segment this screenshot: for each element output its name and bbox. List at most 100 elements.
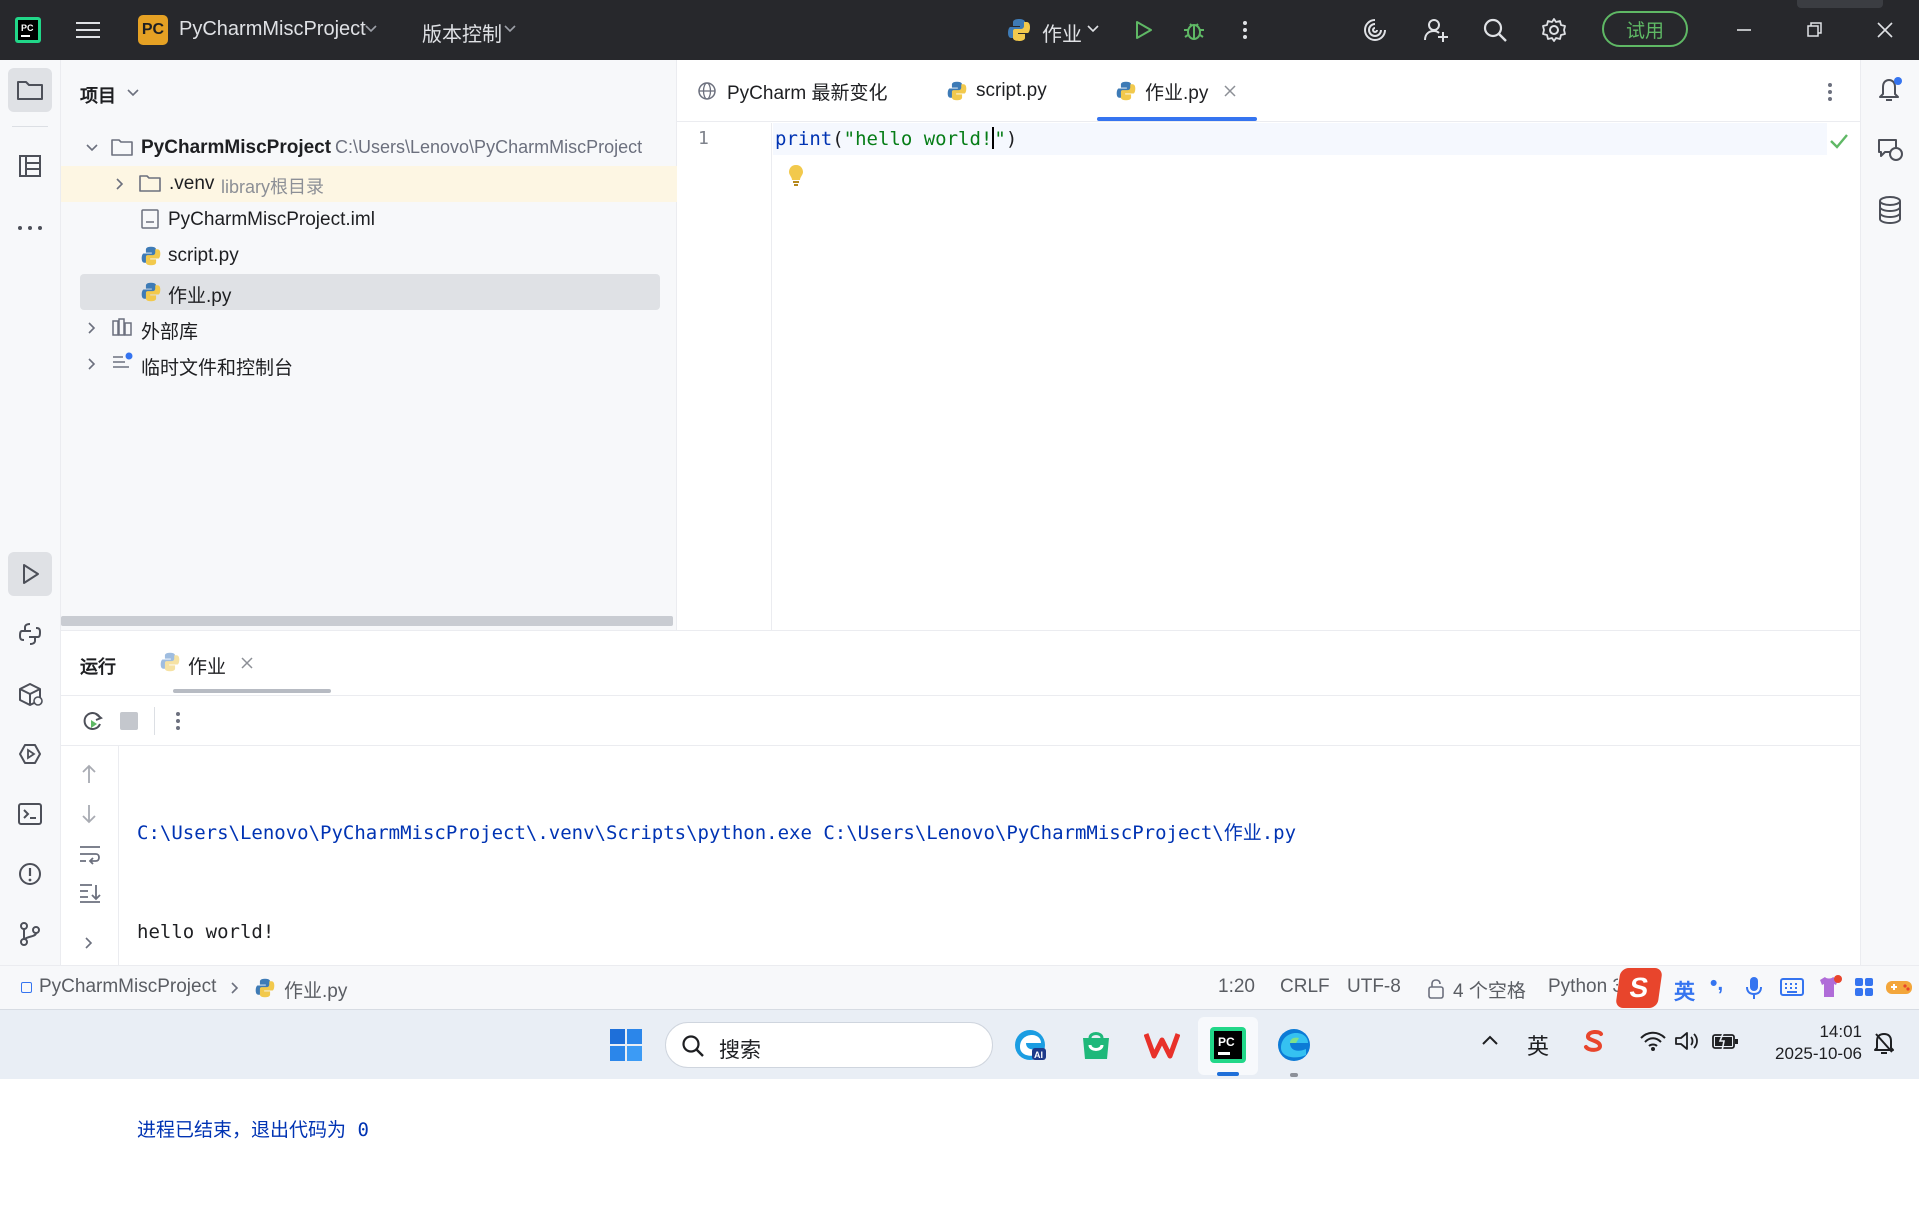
ai-chat-icon[interactable] — [1876, 136, 1906, 164]
project-tool-icon[interactable] — [8, 68, 52, 112]
scroll-to-end-icon[interactable] — [78, 881, 102, 903]
code-line-1[interactable]: print("hello world! ") — [775, 127, 1017, 150]
git-icon[interactable] — [8, 912, 52, 956]
chevron-down-icon[interactable] — [1086, 22, 1100, 36]
tree-item-venv[interactable]: .venv library根目录 — [61, 166, 677, 202]
minimize-icon[interactable] — [1728, 14, 1760, 46]
breadcrumb-file[interactable]: 作业.py — [284, 976, 347, 1003]
edge-icon[interactable] — [1272, 1023, 1316, 1067]
store-icon[interactable] — [1074, 1023, 1118, 1067]
chevron-right-icon[interactable] — [112, 176, 128, 192]
gear-icon[interactable] — [1538, 14, 1570, 46]
close-tab-icon[interactable] — [241, 657, 253, 669]
arrow-down-icon[interactable] — [79, 803, 99, 825]
database-icon[interactable] — [1877, 195, 1903, 225]
windows-start-icon[interactable] — [604, 1023, 648, 1067]
tree-item-iml[interactable]: PyCharmMiscProject.iml — [61, 202, 677, 238]
services-icon[interactable] — [8, 732, 52, 776]
run-icon[interactable] — [1127, 14, 1159, 46]
chevron-down-icon[interactable] — [503, 22, 517, 36]
trial-button[interactable]: 试用 — [1602, 11, 1688, 47]
skin-icon[interactable] — [1816, 975, 1842, 999]
tree-item-scratches[interactable]: 临时文件和控制台 — [61, 346, 677, 382]
more-tabs-icon[interactable] — [1827, 82, 1833, 102]
main-menu-icon[interactable] — [72, 14, 104, 46]
chevron-down-icon[interactable] — [84, 140, 100, 156]
close-icon[interactable] — [1869, 14, 1901, 46]
terminal-icon[interactable] — [8, 792, 52, 836]
keyboard-icon[interactable] — [1780, 978, 1804, 996]
ime-language[interactable]: 英 — [1674, 976, 1695, 1006]
wifi-icon[interactable] — [1640, 1030, 1666, 1052]
python-console-icon[interactable] — [8, 612, 52, 656]
tab-homework[interactable]: 作业.py — [1115, 60, 1275, 122]
debug-icon[interactable] — [1178, 14, 1210, 46]
file-encoding[interactable]: UTF-8 — [1347, 976, 1401, 998]
microphone-icon[interactable] — [1746, 976, 1762, 1000]
edge-ai-icon[interactable]: AI — [1008, 1023, 1052, 1067]
more-actions-icon[interactable] — [175, 711, 181, 731]
add-user-icon[interactable] — [1420, 14, 1452, 46]
more-actions-icon[interactable] — [1229, 14, 1261, 46]
separator — [154, 707, 155, 735]
project-badge[interactable]: PC — [138, 15, 168, 45]
search-icon[interactable] — [1479, 14, 1511, 46]
project-panel-title[interactable]: 项目 — [80, 82, 116, 108]
chevron-right-icon[interactable] — [84, 356, 100, 372]
breadcrumb-project[interactable]: PyCharmMiscProject — [39, 976, 216, 998]
vcs-menu[interactable]: 版本控制 — [422, 18, 502, 47]
pycharm-logo-icon[interactable]: PC — [12, 14, 44, 46]
chevron-up-icon[interactable] — [1481, 1032, 1499, 1050]
gamepad-icon[interactable] — [1884, 976, 1914, 998]
taskbar-search-box[interactable]: 搜索 — [665, 1022, 993, 1068]
more-tools-icon[interactable] — [8, 206, 52, 250]
run-tool-icon[interactable] — [8, 552, 52, 596]
search-icon — [681, 1034, 705, 1058]
restore-icon[interactable] — [1798, 14, 1830, 46]
taskbar-clock[interactable]: 14:01 2025-10-06 — [1752, 1021, 1862, 1065]
tree-item-homework[interactable]: 作业.py — [80, 274, 660, 310]
python-packages-icon[interactable] — [8, 672, 52, 716]
battery-icon[interactable] — [1711, 1031, 1739, 1051]
tree-item-external-libs[interactable]: 外部库 — [61, 310, 677, 346]
soft-wrap-icon[interactable] — [78, 843, 102, 865]
toolbox-icon[interactable] — [1854, 977, 1874, 997]
run-tab-homework[interactable] — [159, 631, 331, 679]
pycharm-taskbar-icon[interactable]: PC — [1206, 1023, 1250, 1067]
problems-icon[interactable] — [8, 852, 52, 896]
sogou-tray-icon[interactable] — [1581, 1028, 1607, 1054]
sogou-logo-icon[interactable]: S — [1615, 968, 1663, 1008]
active-tab-indicator — [1097, 117, 1257, 121]
volume-icon[interactable] — [1674, 1030, 1700, 1052]
stop-icon[interactable] — [120, 712, 138, 730]
wps-icon[interactable] — [1140, 1023, 1184, 1067]
notifications-icon[interactable] — [1875, 74, 1905, 104]
run-config-selector[interactable]: 作业 — [1042, 18, 1082, 47]
run-panel-title[interactable]: 运行 — [80, 653, 116, 679]
tab-whats-new[interactable]: PyCharm 最新变化 — [697, 60, 887, 122]
chevron-down-icon[interactable] — [126, 86, 140, 100]
no-problems-check-icon[interactable] — [1829, 132, 1849, 150]
line-separator[interactable]: CRLF — [1280, 976, 1330, 998]
ime-punctuation[interactable]: •, — [1710, 972, 1723, 996]
chevron-right-icon[interactable] — [81, 935, 97, 951]
caret-position[interactable]: 1:20 — [1218, 976, 1255, 998]
close-tab-icon[interactable] — [1224, 85, 1236, 97]
tree-item-script[interactable]: script.py — [61, 238, 677, 274]
rerun-icon[interactable] — [81, 709, 105, 733]
project-switcher[interactable]: PyCharmMiscProject — [179, 18, 366, 41]
notification-center-icon[interactable] — [1872, 1030, 1896, 1056]
run-tab-label[interactable]: 作业 — [188, 652, 226, 679]
ai-assistant-icon[interactable] — [1359, 14, 1391, 46]
tray-input-language[interactable]: 英 — [1527, 1029, 1549, 1061]
indent-setting[interactable]: 4 个空格 — [1453, 976, 1526, 1003]
interpreter-selector[interactable]: Python 3 — [1548, 976, 1623, 998]
chevron-down-icon[interactable] — [364, 22, 378, 36]
chevron-right-icon[interactable] — [84, 320, 100, 336]
tree-item-root[interactable]: PyCharmMiscProject C:\Users\Lenovo\PyCha… — [61, 130, 677, 166]
lightbulb-icon[interactable] — [787, 163, 805, 187]
structure-tool-icon[interactable] — [8, 144, 52, 188]
arrow-up-icon[interactable] — [79, 763, 99, 785]
tab-script[interactable]: script.py — [946, 60, 1047, 122]
horizontal-scrollbar[interactable] — [61, 616, 673, 626]
